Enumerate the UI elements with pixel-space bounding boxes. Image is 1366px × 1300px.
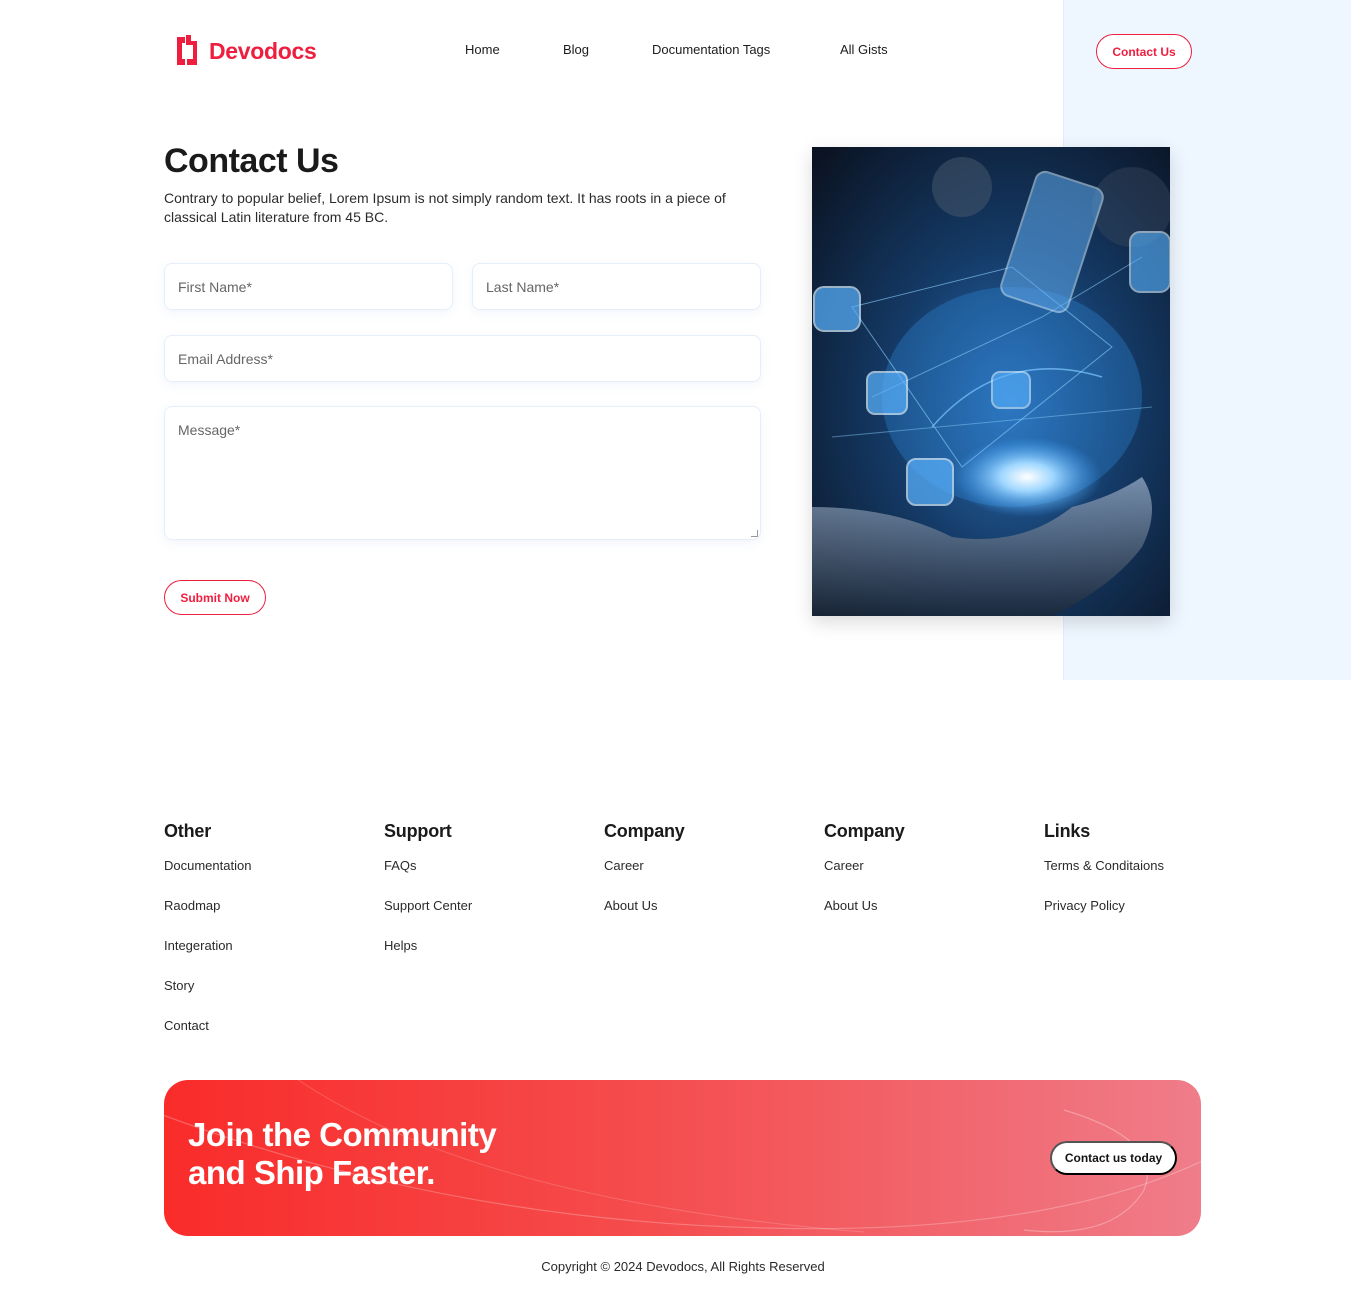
nav-item-all-gists[interactable]: All Gists	[840, 42, 888, 57]
header-contact-button[interactable]: Contact Us	[1096, 34, 1192, 69]
logo-icon	[173, 33, 201, 69]
last-name-field-wrapper	[472, 263, 761, 310]
footer-column-heading: Company	[604, 821, 685, 841]
footer-column-links: Links Terms & Conditaions Privacy Policy	[1044, 821, 1164, 938]
copyright-text: Copyright © 2024 Devodocs, All Rights Re…	[541, 1259, 825, 1274]
page-description: Contrary to popular belief, Lorem Ipsum …	[164, 190, 726, 225]
footer-column-heading: Support	[384, 821, 452, 841]
brand-name: Devodocs	[209, 37, 317, 64]
banner-title-line-1: Join the Community	[188, 1116, 497, 1153]
footer-link-integration[interactable]: Integeration	[164, 938, 251, 978]
footer-column-heading: Company	[824, 821, 905, 841]
footer-link-contact[interactable]: Contact	[164, 1018, 251, 1058]
footer-link-story[interactable]: Story	[164, 978, 251, 1018]
banner-title: Join the Community and Ship Faster.	[188, 1116, 497, 1192]
last-name-input[interactable]	[473, 264, 760, 309]
first-name-field-wrapper	[164, 263, 453, 310]
banner-title-line-2: and Ship Faster.	[188, 1154, 435, 1191]
resize-handle-icon[interactable]	[751, 530, 758, 537]
brand-logo[interactable]: Devodocs	[173, 33, 317, 69]
footer-link-support-center[interactable]: Support Center	[384, 898, 472, 938]
message-textarea[interactable]	[165, 407, 760, 539]
community-banner: Join the Community and Ship Faster. Cont…	[164, 1080, 1201, 1236]
nav-item-home[interactable]: Home	[465, 42, 500, 57]
footer-column-other: Other Documentation Raodmap Integeration…	[164, 821, 251, 1058]
footer-column-heading: Links	[1044, 821, 1091, 841]
message-field-wrapper	[164, 406, 761, 540]
footer-link-career[interactable]: Career	[604, 858, 685, 898]
footer-column-company: Company Career About Us	[604, 821, 685, 938]
footer-link-documentation[interactable]: Documentation	[164, 858, 251, 898]
footer-link-about-us[interactable]: About Us	[604, 898, 685, 938]
contact-us-today-button[interactable]: Contact us today	[1050, 1141, 1177, 1175]
page-title: Contact Us	[164, 142, 339, 180]
email-input[interactable]	[165, 336, 760, 381]
footer-link-career[interactable]: Career	[824, 858, 905, 898]
first-name-input[interactable]	[165, 264, 452, 309]
nav-item-documentation-tags[interactable]: Documentation Tags	[652, 42, 770, 57]
footer-link-faqs[interactable]: FAQs	[384, 858, 472, 898]
footer-link-terms[interactable]: Terms & Conditaions	[1044, 858, 1164, 898]
footer-link-helps[interactable]: Helps	[384, 938, 472, 978]
footer-link-privacy-policy[interactable]: Privacy Policy	[1044, 898, 1164, 938]
hero-illustration	[812, 147, 1170, 616]
footer-link-roadmap[interactable]: Raodmap	[164, 898, 251, 938]
submit-button[interactable]: Submit Now	[164, 580, 266, 615]
footer-link-about-us[interactable]: About Us	[824, 898, 905, 938]
footer-column-heading: Other	[164, 821, 212, 841]
email-field-wrapper	[164, 335, 761, 382]
footer-column-support: Support FAQs Support Center Helps	[384, 821, 472, 978]
footer-column-company-2: Company Career About Us	[824, 821, 905, 938]
nav-item-blog[interactable]: Blog	[563, 42, 589, 57]
